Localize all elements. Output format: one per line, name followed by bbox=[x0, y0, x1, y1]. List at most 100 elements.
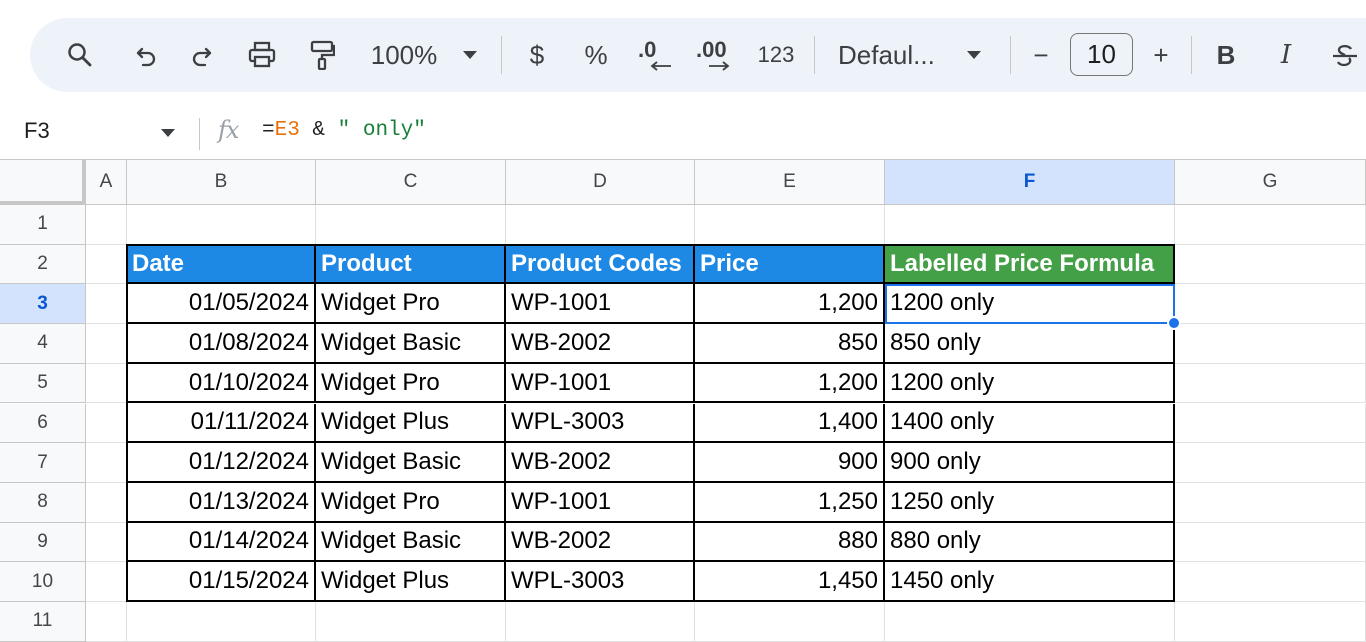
grid-cell[interactable] bbox=[1175, 284, 1366, 325]
bold-button[interactable]: B bbox=[1212, 18, 1240, 92]
increase-decimal-button[interactable]: .00 bbox=[694, 18, 738, 92]
table-cell[interactable]: 880 bbox=[695, 522, 885, 563]
grid-cell[interactable] bbox=[1175, 244, 1366, 285]
column-header-c[interactable]: C bbox=[316, 160, 506, 205]
table-cell[interactable]: WB-2002 bbox=[506, 522, 695, 563]
table-header-cell[interactable]: Product bbox=[316, 244, 506, 285]
row-header-5[interactable]: 5 bbox=[0, 363, 86, 404]
grid-cell[interactable] bbox=[1175, 482, 1366, 523]
grid-cell[interactable] bbox=[695, 602, 885, 642]
grid-cell[interactable] bbox=[1175, 363, 1366, 404]
grid-cell[interactable] bbox=[127, 205, 316, 245]
table-cell[interactable]: 1250 only bbox=[885, 482, 1175, 523]
table-cell[interactable]: Widget Pro bbox=[316, 284, 506, 325]
grid-cell[interactable] bbox=[1175, 403, 1366, 444]
increase-font-size-button[interactable]: + bbox=[1148, 18, 1174, 92]
table-cell[interactable]: 900 only bbox=[885, 443, 1175, 483]
table-cell[interactable]: Widget Basic bbox=[316, 324, 506, 364]
grid-cell[interactable] bbox=[695, 205, 885, 245]
row-header-1[interactable]: 1 bbox=[0, 205, 86, 245]
table-cell[interactable]: 1450 only bbox=[885, 562, 1175, 602]
table-cell[interactable]: Widget Plus bbox=[316, 562, 506, 602]
search-menus-icon[interactable] bbox=[60, 18, 100, 92]
table-cell[interactable]: 850 bbox=[695, 324, 885, 364]
grid-cell[interactable] bbox=[1175, 602, 1366, 642]
grid-cell[interactable] bbox=[1175, 443, 1366, 483]
grid-cell[interactable] bbox=[1175, 562, 1366, 602]
table-header-cell[interactable]: Product Codes bbox=[506, 244, 695, 285]
grid-cell[interactable] bbox=[86, 443, 127, 483]
row-header-4[interactable]: 4 bbox=[0, 324, 86, 364]
column-header-g[interactable]: G bbox=[1175, 160, 1366, 205]
zoom-select[interactable]: 100% bbox=[364, 18, 444, 92]
table-cell[interactable]: Widget Plus bbox=[316, 403, 506, 444]
table-cell[interactable]: Widget Pro bbox=[316, 482, 506, 523]
table-cell[interactable]: 01/10/2024 bbox=[127, 363, 316, 404]
table-cell[interactable]: WP-1001 bbox=[506, 363, 695, 404]
grid-cell[interactable] bbox=[86, 205, 127, 245]
table-cell[interactable]: WP-1001 bbox=[506, 482, 695, 523]
row-header-8[interactable]: 8 bbox=[0, 482, 86, 523]
grid-cell[interactable] bbox=[86, 522, 127, 563]
row-header-10[interactable]: 10 bbox=[0, 562, 86, 602]
grid-cell[interactable] bbox=[86, 363, 127, 404]
percent-format-button[interactable]: % bbox=[581, 18, 611, 92]
table-cell[interactable]: 1400 only bbox=[885, 403, 1175, 444]
table-cell[interactable]: 880 only bbox=[885, 522, 1175, 563]
row-header-9[interactable]: 9 bbox=[0, 522, 86, 563]
font-family-select[interactable]: Defaul... bbox=[838, 18, 944, 92]
table-cell[interactable]: 1,200 bbox=[695, 284, 885, 325]
grid-cell[interactable] bbox=[885, 205, 1175, 245]
table-cell[interactable]: Widget Pro bbox=[316, 363, 506, 404]
table-cell[interactable]: 01/14/2024 bbox=[127, 522, 316, 563]
table-cell[interactable]: WB-2002 bbox=[506, 443, 695, 483]
grid-cell[interactable] bbox=[1175, 522, 1366, 563]
decrease-decimal-button[interactable]: .0 bbox=[636, 18, 676, 92]
print-icon[interactable] bbox=[242, 18, 282, 92]
row-header-11[interactable]: 11 bbox=[0, 602, 86, 642]
more-formats-button[interactable]: 123 bbox=[754, 18, 798, 92]
table-cell[interactable]: Widget Basic bbox=[316, 522, 506, 563]
column-header-a[interactable]: A bbox=[86, 160, 127, 205]
row-header-7[interactable]: 7 bbox=[0, 443, 86, 483]
currency-format-button[interactable]: $ bbox=[524, 18, 550, 92]
grid-cell[interactable] bbox=[86, 284, 127, 325]
table-cell[interactable]: 01/05/2024 bbox=[127, 284, 316, 325]
table-cell[interactable]: 1200 only bbox=[885, 284, 1175, 325]
row-header-6[interactable]: 6 bbox=[0, 403, 86, 444]
zoom-dropdown-arrow-icon[interactable] bbox=[458, 18, 482, 92]
redo-icon[interactable] bbox=[182, 18, 222, 92]
undo-icon[interactable] bbox=[126, 18, 166, 92]
grid-cell[interactable] bbox=[506, 602, 695, 642]
table-cell[interactable]: 01/13/2024 bbox=[127, 482, 316, 523]
grid-cell[interactable] bbox=[1175, 324, 1366, 364]
grid-cell[interactable] bbox=[1175, 205, 1366, 245]
grid-cell[interactable] bbox=[506, 205, 695, 245]
column-header-d[interactable]: D bbox=[506, 160, 695, 205]
column-header-b[interactable]: B bbox=[127, 160, 316, 205]
table-cell[interactable]: 01/12/2024 bbox=[127, 443, 316, 483]
column-header-f[interactable]: F bbox=[885, 160, 1175, 205]
decrease-font-size-button[interactable]: − bbox=[1028, 18, 1054, 92]
grid-cell[interactable] bbox=[127, 602, 316, 642]
grid-cell[interactable] bbox=[86, 403, 127, 444]
paint-format-icon[interactable] bbox=[302, 18, 342, 92]
table-cell[interactable]: 900 bbox=[695, 443, 885, 483]
grid-cell[interactable] bbox=[885, 602, 1175, 642]
row-header-3[interactable]: 3 bbox=[0, 284, 86, 325]
table-header-cell[interactable]: Date bbox=[127, 244, 316, 285]
fill-handle[interactable] bbox=[1167, 316, 1181, 331]
name-box[interactable]: F3 bbox=[24, 118, 50, 144]
row-header-2[interactable]: 2 bbox=[0, 244, 86, 285]
select-all-corner[interactable] bbox=[0, 160, 86, 205]
table-cell[interactable]: 01/11/2024 bbox=[127, 403, 316, 444]
strikethrough-icon[interactable] bbox=[1328, 18, 1362, 92]
table-cell[interactable]: 1200 only bbox=[885, 363, 1175, 404]
table-cell[interactable]: 1,450 bbox=[695, 562, 885, 602]
font-dropdown-arrow-icon[interactable] bbox=[962, 18, 986, 92]
italic-button[interactable]: I bbox=[1272, 18, 1300, 92]
table-cell[interactable]: 01/15/2024 bbox=[127, 562, 316, 602]
formula-input[interactable]: =E3 & " only" bbox=[262, 119, 426, 142]
table-cell[interactable]: 850 only bbox=[885, 324, 1175, 364]
table-cell[interactable]: Widget Basic bbox=[316, 443, 506, 483]
